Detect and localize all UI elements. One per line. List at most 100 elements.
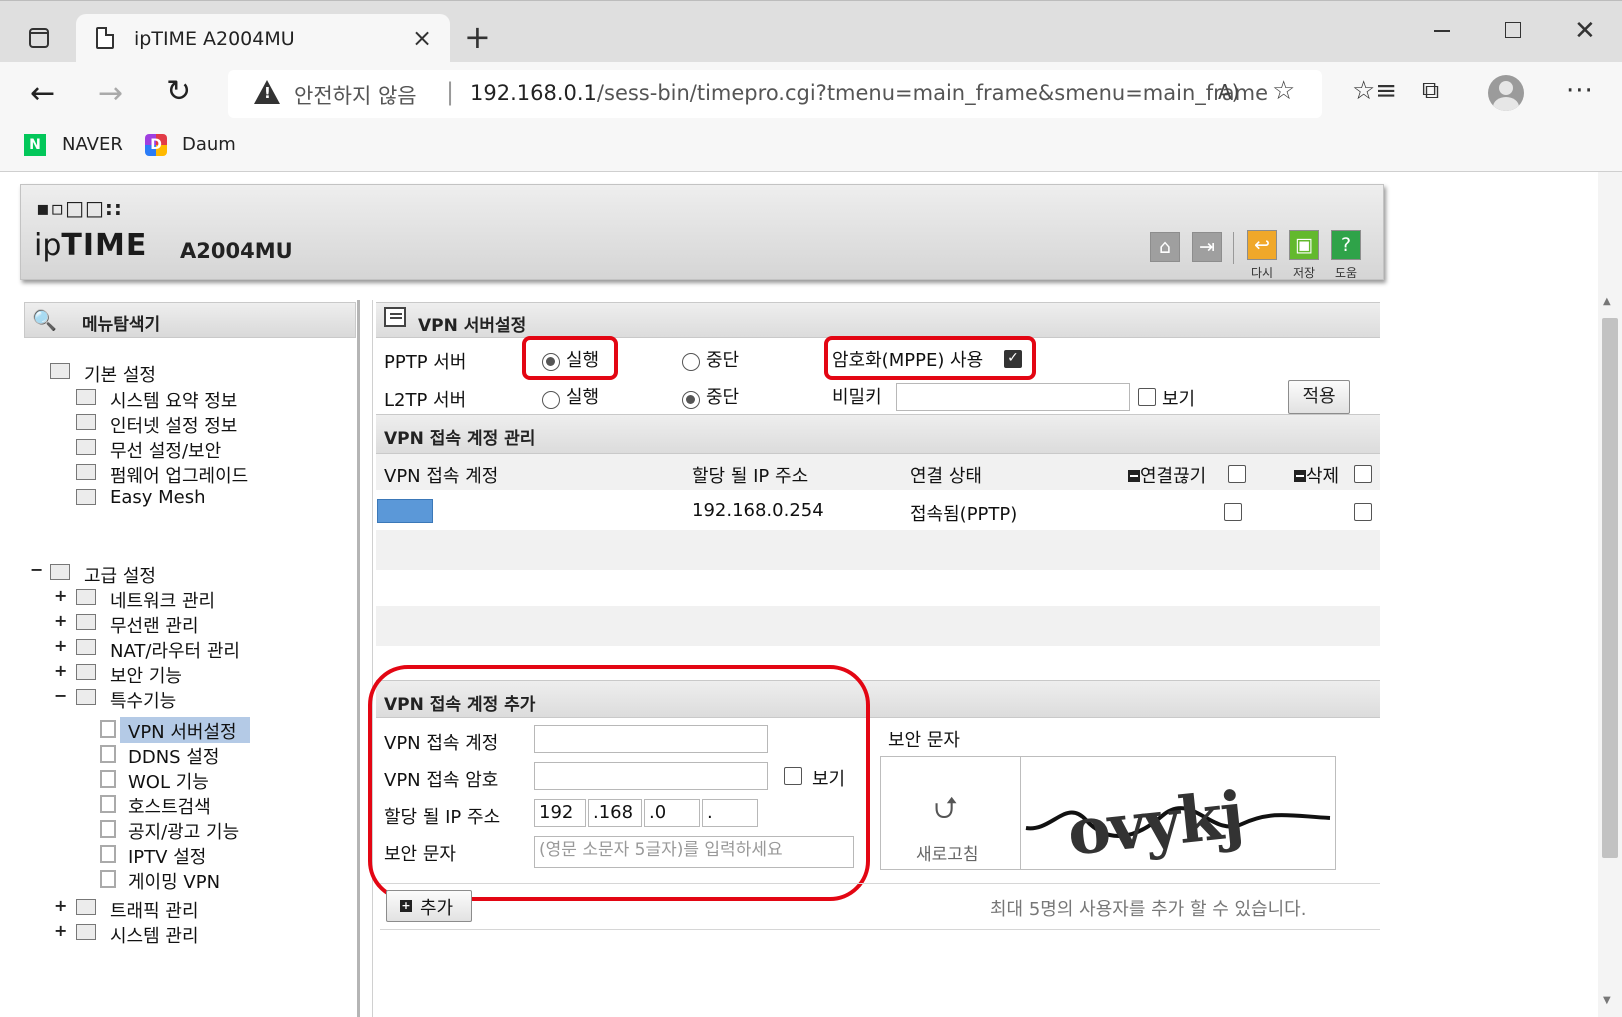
menu-traffic[interactable]: 트래픽 관리 <box>110 897 199 923</box>
logout-icon[interactable]: ⇥ <box>1192 232 1222 262</box>
menu-firmware-upgrade[interactable]: 펌웨어 업그레이드 <box>110 462 248 488</box>
vpn-section-title: VPN 서버설정 <box>418 316 527 336</box>
captcha-refresh-label[interactable]: 새로고침 <box>916 840 979 865</box>
read-aloud-icon[interactable]: A) <box>1218 80 1239 104</box>
collapse-toggle[interactable]: − <box>30 560 43 579</box>
menu-internet-info[interactable]: 인터넷 설정 정보 <box>110 412 237 438</box>
mppe-checkbox[interactable]: ✓ <box>1004 350 1022 368</box>
header-divider <box>1233 232 1234 264</box>
menu-security[interactable]: 보안 기능 <box>110 662 182 688</box>
menu-ddns[interactable]: DDNS 설정 <box>128 743 219 769</box>
pptp-run-radio[interactable] <box>542 353 560 371</box>
scrollbar-thumb[interactable] <box>1602 318 1618 858</box>
reset-icon[interactable]: ↩ <box>1247 230 1277 260</box>
expand-toggle[interactable]: + <box>54 586 67 605</box>
scroll-up-arrow[interactable]: ▲ <box>1603 296 1611 307</box>
captcha-input[interactable]: (영문 소문자 5글자)를 입력하세요 <box>534 836 854 868</box>
reload-icon[interactable]: ↻ <box>166 74 191 109</box>
profile-avatar[interactable] <box>1488 75 1524 111</box>
secret-key-input[interactable] <box>896 383 1130 411</box>
secret-show-label[interactable]: 보기 <box>1162 385 1195 411</box>
back-icon[interactable]: ← <box>30 76 55 111</box>
home-icon[interactable]: ⌂ <box>1150 232 1180 262</box>
favorites-icon[interactable]: ☆≡ <box>1352 76 1397 106</box>
help-label[interactable]: 도움 <box>1329 264 1363 281</box>
maximize-icon[interactable] <box>1505 22 1521 38</box>
disconnect-all-checkbox[interactable] <box>1228 465 1246 483</box>
apply-button[interactable]: 적용 <box>1288 380 1350 414</box>
account-name-redacted <box>377 499 433 523</box>
expand-toggle[interactable]: + <box>54 921 67 940</box>
daum-icon[interactable]: D <box>145 134 167 156</box>
password-show-checkbox[interactable] <box>784 767 802 785</box>
collapse-toggle[interactable]: − <box>54 686 67 705</box>
menu-easy-mesh[interactable]: Easy Mesh <box>110 487 206 508</box>
forward-icon[interactable]: → <box>98 76 123 111</box>
pptp-run-label[interactable]: 실행 <box>566 346 599 372</box>
password-show-label[interactable]: 보기 <box>812 765 845 791</box>
expand-toggle[interactable]: + <box>54 636 67 655</box>
menu-wireless-security[interactable]: 무선 설정/보안 <box>110 437 221 463</box>
ip-octet-3[interactable]: .0 <box>644 799 700 827</box>
menu-nat-router[interactable]: NAT/라우터 관리 <box>110 637 240 663</box>
menu-vpn-server[interactable]: VPN 서버설정 <box>128 718 237 744</box>
menu-wlan-mgmt[interactable]: 무선랜 관리 <box>110 612 199 638</box>
pptp-stop-radio[interactable] <box>682 353 700 371</box>
add-button-label[interactable]: 추가 <box>420 894 453 920</box>
l2tp-run-radio[interactable] <box>542 391 560 409</box>
add-favorite-icon[interactable]: ☆ <box>1272 76 1295 106</box>
url-text[interactable]: 192.168.0.1/sess-bin/timepro.cgi?tmenu=m… <box>470 81 1268 105</box>
scroll-down-arrow[interactable]: ▼ <box>1603 995 1611 1006</box>
tab-actions-icon[interactable] <box>29 28 49 48</box>
help-icon[interactable]: ? <box>1331 230 1361 260</box>
minimize-icon[interactable] <box>1434 30 1450 32</box>
more-menu-icon[interactable]: ··· <box>1566 76 1594 106</box>
add-account-input[interactable] <box>534 725 768 753</box>
expand-toggle[interactable]: + <box>54 661 67 680</box>
page-icon <box>100 770 116 788</box>
refresh-icon[interactable]: ⮍ <box>934 786 958 837</box>
expand-toggle[interactable]: + <box>54 611 67 630</box>
add-captcha-label: 보안 문자 <box>384 844 456 865</box>
menu-special[interactable]: 특수기능 <box>110 687 176 713</box>
l2tp-stop-radio[interactable] <box>682 391 700 409</box>
save-icon[interactable]: ▣ <box>1289 230 1319 260</box>
bookmark-daum[interactable]: Daum <box>182 134 236 155</box>
not-secure-label[interactable]: 안전하지 않음 <box>294 80 417 110</box>
ip-octet-1[interactable]: 192 <box>534 799 586 827</box>
menu-system-summary[interactable]: 시스템 요약 정보 <box>110 387 237 413</box>
row-delete-checkbox[interactable] <box>1354 503 1372 521</box>
row-disconnect-checkbox[interactable] <box>1224 503 1242 521</box>
tab-close-icon[interactable]: × <box>412 24 432 52</box>
ip-octet-2[interactable]: .168 <box>588 799 642 827</box>
mppe-label[interactable]: 암호화(MPPE) 사용 <box>832 346 983 372</box>
tab-title[interactable]: ipTIME A2004MU <box>134 28 295 50</box>
bookmark-naver[interactable]: NAVER <box>62 134 123 155</box>
address-separator: | <box>446 78 455 106</box>
pptp-stop-label[interactable]: 중단 <box>706 346 739 372</box>
add-password-input[interactable] <box>534 762 768 790</box>
menu-gaming-vpn[interactable]: 게이밍 VPN <box>128 868 220 894</box>
menu-system-mgmt[interactable]: 시스템 관리 <box>110 922 199 948</box>
l2tp-stop-label[interactable]: 중단 <box>706 383 739 409</box>
menu-wol[interactable]: WOL 기능 <box>128 768 209 794</box>
page-icon <box>100 845 116 863</box>
menu-iptv[interactable]: IPTV 설정 <box>128 843 206 869</box>
delete-all-checkbox[interactable] <box>1354 465 1372 483</box>
col-status: 연결 상태 <box>910 466 982 487</box>
menu-host-search[interactable]: 호스트검색 <box>128 793 211 819</box>
collections-icon[interactable]: ⧉ <box>1422 76 1439 104</box>
naver-icon[interactable]: N <box>24 134 46 156</box>
new-tab-icon[interactable]: + <box>464 18 491 56</box>
menu-basic-settings[interactable]: 기본 설정 <box>84 361 156 387</box>
menu-advanced-settings[interactable]: 고급 설정 <box>84 562 156 588</box>
expand-toggle[interactable]: + <box>54 896 67 915</box>
menu-notice-ad[interactable]: 공지/광고 기능 <box>128 818 239 844</box>
l2tp-run-label[interactable]: 실행 <box>566 383 599 409</box>
window-close-icon[interactable]: ✕ <box>1574 16 1596 46</box>
reset-label[interactable]: 다시 <box>1245 264 1279 281</box>
ip-octet-4[interactable]: . <box>702 799 758 827</box>
secret-show-checkbox[interactable] <box>1138 388 1156 406</box>
save-label[interactable]: 저장 <box>1287 264 1321 281</box>
menu-network-mgmt[interactable]: 네트워크 관리 <box>110 587 215 613</box>
